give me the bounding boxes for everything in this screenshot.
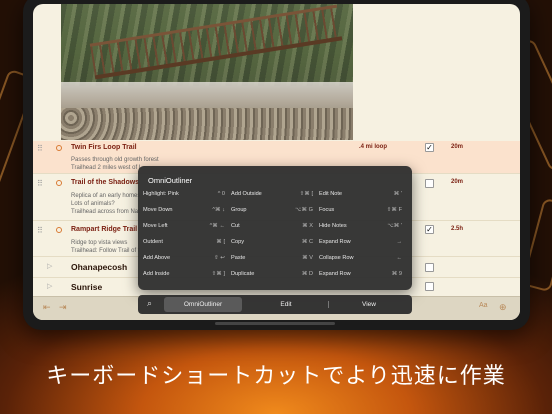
shortcut-key: ⌥⌘ G [295,207,313,213]
shortcut-key: ⌘ V [302,255,313,261]
shortcut-key: ⇧ ↩ [214,255,225,261]
shortcut-command-label[interactable]: Add Above [143,255,170,261]
tab-separator [328,301,329,308]
row-bullet-icon[interactable] [56,227,62,233]
shortcut-command-label[interactable]: Duplicate [231,271,254,277]
home-indicator [215,322,335,325]
row-bullet-icon[interactable] [56,180,62,186]
shortcut-command-label[interactable]: Highlight: Pink [143,191,179,197]
shortcut-key: ^⌘ ↓ [212,207,225,213]
row-title[interactable]: Twin Firs Loop Trail [71,144,137,151]
format-icon[interactable]: Aa [479,302,488,309]
trail-photo [61,4,353,140]
shortcut-command-label[interactable]: Move Down [143,207,173,213]
shortcut-key: ⌥⌘ ' [387,223,402,229]
drag-handle-icon[interactable]: ⠿ [37,179,43,188]
shortcut-command-label[interactable]: Outdent [143,239,163,245]
shortcut-command-label[interactable]: Expand Row [319,239,351,245]
shortcut-command-label[interactable]: Focus [319,207,334,213]
search-icon[interactable]: ⌕ [147,298,152,309]
shortcut-command-label[interactable]: Paste [231,255,245,261]
shortcut-key: ⌘ 9 [391,271,402,277]
shortcut-key: ⌘ [ [216,239,225,245]
promo-caption: キーボードショートカットでより迅速に作業 [46,364,506,389]
shortcut-key: ⌘ C [301,239,313,245]
row-time[interactable]: 20m [451,179,463,185]
group-title[interactable]: Ohanapecosh [71,262,127,272]
shortcut-key: ^ 0 [217,191,225,197]
shortcut-command-label[interactable]: Collapse Row [319,255,354,261]
row-checkbox[interactable]: ✓ [425,225,434,234]
indent-icon[interactable]: ⇥ [59,302,67,313]
shortcut-command-label[interactable]: Add Outside [231,191,262,197]
shortcut-category-bar: ⌕ OmniOutliner Edit View [138,295,412,314]
shortcut-key: ⌘ ' [393,191,402,197]
shortcut-key: ⇧⌘ F [386,207,402,213]
row-checkbox[interactable]: ✓ [425,143,434,152]
rocks [61,108,353,140]
shortcut-key: ⌘ X [302,223,313,229]
row-note[interactable]: Trailhead 2 miles west of L [71,164,142,173]
outdent-icon[interactable]: ⇤ [43,302,51,313]
shortcut-key: ← [396,255,402,261]
row-checkbox[interactable] [425,179,434,188]
row-note[interactable]: Trailhead across from Nat [71,208,140,217]
row-time[interactable]: 20m [451,144,463,150]
shortcut-command-label[interactable]: Edit Note [319,191,342,197]
add-row-icon[interactable]: ⊕ [499,302,507,313]
shortcut-key: ⌘ D [301,271,313,277]
row-title[interactable]: Trail of the Shadows [71,179,139,186]
group-title[interactable]: Sunrise [71,282,102,292]
shortcut-command-label[interactable]: Move Left [143,223,168,229]
shortcut-key: ^⌘ ← [209,223,225,229]
tab-view[interactable]: View [330,297,408,312]
keyboard-shortcut-panel: OmniOutliner Highlight: Pink ^ 0 Add Outsi… [138,166,412,290]
shortcut-command-label[interactable]: Expand Row [319,271,351,277]
shortcut-command-label[interactable]: Copy [231,239,244,245]
shortcut-key: ⇧⌘ [ [299,191,313,197]
shortcut-command-label[interactable]: Add Inside [143,271,169,277]
disclosure-triangle-icon[interactable]: ▷ [47,262,52,270]
shortcut-command-label[interactable]: Hide Notes [319,223,347,229]
shortcut-command-label[interactable]: Cut [231,223,240,229]
shortcut-key: ⇧⌘ ] [211,271,225,277]
tab-edit[interactable]: Edit [246,297,326,312]
drag-handle-icon[interactable]: ⠿ [37,144,43,153]
row-distance[interactable]: .4 mi loop [359,144,387,150]
row-note[interactable]: Trailhead: Follow Trail of t [71,247,139,256]
panel-title: OmniOutliner [148,176,193,185]
shortcut-key: → [396,239,402,245]
row-checkbox[interactable] [425,282,434,291]
disclosure-triangle-icon[interactable]: ▷ [47,282,52,290]
row-title[interactable]: Rampart Ridge Trail [71,226,137,233]
drag-handle-icon[interactable]: ⠿ [37,226,43,235]
row-time[interactable]: 2.5h [451,226,463,232]
shortcut-command-label[interactable]: Group [231,207,247,213]
row-bullet-icon[interactable] [56,145,62,151]
tab-omnioutliner[interactable]: OmniOutliner [164,297,242,312]
row-checkbox[interactable] [425,263,434,272]
